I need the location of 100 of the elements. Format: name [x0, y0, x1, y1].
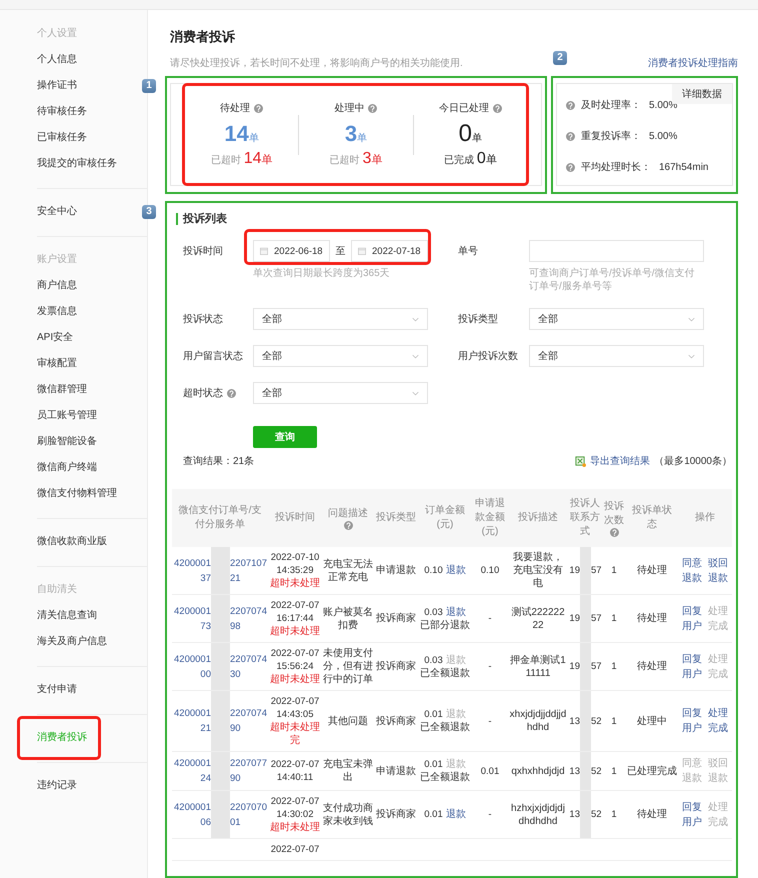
order-number-part[interactable]: 2207107 [230, 556, 267, 570]
table-cell: 投诉商家 [376, 612, 416, 625]
select-field[interactable]: 全部 [253, 345, 428, 367]
order-number-part[interactable]: 21 [230, 570, 241, 586]
sidebar-item[interactable]: 已审核任务 [37, 131, 87, 145]
order-number-part[interactable]: 2207074 [230, 604, 267, 618]
chevron-down-icon [412, 316, 419, 322]
stat-unit: 单 [357, 132, 368, 145]
sidebar-item[interactable]: API安全 [37, 331, 74, 345]
refund-link[interactable]: 退款 [446, 564, 466, 577]
action-link[interactable]: 回复用户 [682, 706, 702, 736]
sidebar-item[interactable]: 微信群管理 [37, 383, 87, 397]
sidebar-item[interactable]: 员工账号管理 [37, 409, 97, 423]
filter-label: 单号 [458, 244, 478, 258]
sidebar-item[interactable]: 刷脸智能设备 [37, 435, 97, 449]
select-field[interactable]: 全部 [529, 345, 704, 367]
column-header: 订单金额(元) [424, 504, 466, 532]
date-field[interactable]: 2022-06-18 [253, 240, 330, 262]
order-number-part[interactable]: 4200001 [174, 652, 211, 666]
order-number-part[interactable]: 4200001 [174, 556, 211, 570]
select-field[interactable]: 全部 [253, 382, 428, 404]
action-link[interactable]: 同意退款 [682, 556, 702, 586]
sidebar-item[interactable]: 微信支付物料管理 [37, 487, 117, 501]
table-cell: 未使用支付分，但有进行中的订单 [323, 647, 373, 686]
stat-footer-unit: 单 [371, 153, 382, 167]
sidebar-item[interactable]: 违约记录 [37, 779, 77, 793]
order-number-part[interactable]: 2207074 [230, 652, 267, 666]
filter-label: 用户投诉次数 [458, 350, 518, 363]
order-number-part[interactable]: 2207070 [230, 800, 267, 814]
order-number-part[interactable]: 2207074 [230, 706, 267, 721]
order-number-part[interactable]: 90 [230, 721, 241, 736]
action-link[interactable]: 回复用户 [682, 604, 702, 634]
order-number-part[interactable]: 73 [200, 618, 211, 634]
export-note: （最多10000条） [654, 455, 732, 468]
sidebar-item[interactable]: 操作证书 [37, 79, 77, 93]
column-header: 微信支付订单号/支付分服务单 [178, 504, 262, 532]
detail-button[interactable]: 详细数据 [672, 84, 732, 104]
order-number-part[interactable]: 37 [200, 570, 211, 586]
sidebar-item[interactable]: 我提交的审核任务 [37, 157, 117, 171]
help-icon[interactable] [566, 100, 575, 110]
action-link[interactable]: 驳回退款 [708, 556, 728, 586]
sidebar-item[interactable]: 微信收款商业版 [37, 535, 107, 549]
table-cell: - [488, 612, 492, 625]
sidebar-item[interactable]: 安全中心 [37, 205, 77, 219]
order-number-part[interactable]: 4200001 [174, 706, 211, 721]
order-number-part[interactable]: 2207077 [230, 756, 267, 771]
sidebar-item[interactable]: 商户信息 [37, 279, 77, 293]
export-link[interactable]: 导出查询结果 [590, 454, 650, 468]
table-cell-text: hzhxjxjdjdjdjdhdhdhd [510, 802, 566, 828]
help-icon[interactable] [492, 104, 502, 112]
sidebar-item[interactable]: 个人信息 [37, 53, 77, 67]
stat-label: 处理中 [334, 102, 364, 115]
complaint-time: 14:43:05 [276, 708, 314, 721]
help-icon[interactable] [344, 520, 352, 530]
number-badge: 1 [142, 79, 156, 93]
guide-link[interactable]: 消费者投诉处理指南 [648, 56, 738, 70]
complaint-date: 2022-07-07 [270, 695, 320, 708]
sidebar-item[interactable]: 支付申请 [37, 683, 77, 697]
select-field[interactable]: 全部 [529, 308, 704, 330]
action-link[interactable]: 处理完成 [708, 706, 728, 736]
sidebar-item[interactable]: 审核配置 [37, 357, 77, 371]
help-icon[interactable] [566, 132, 575, 140]
order-number-part[interactable]: 24 [200, 771, 211, 786]
order-number-part[interactable]: 4200001 [174, 800, 211, 814]
complaint-time: 14:35:29 [276, 564, 314, 577]
order-number-part[interactable]: 90 [230, 771, 241, 786]
order-number-part[interactable]: 00 [200, 666, 211, 682]
table-cell-text: 测试22222222 [510, 606, 566, 632]
sidebar-item[interactable]: 海关及商户信息 [37, 635, 107, 649]
help-icon[interactable] [254, 104, 264, 112]
sidebar-item[interactable]: 发票信息 [37, 305, 77, 319]
help-icon[interactable] [368, 104, 378, 112]
help-icon[interactable] [610, 528, 618, 536]
rate-value: 167h54min [659, 162, 708, 172]
action-link[interactable]: 回复用户 [682, 652, 702, 682]
help-icon[interactable] [227, 388, 236, 398]
sidebar-item[interactable]: 待审核任务 [37, 105, 87, 119]
calendar-icon [260, 247, 268, 255]
refund-status: 已全额退款 [420, 771, 470, 784]
sidebar-item[interactable]: 微信商户终端 [37, 461, 97, 475]
complaint-date: 2022-07-07 [270, 795, 320, 808]
chevron-down-icon [412, 390, 419, 396]
order-number-part[interactable]: 06 [200, 814, 211, 830]
order-number-part[interactable]: 4200001 [174, 604, 211, 618]
order-number-part[interactable]: 21 [200, 721, 211, 736]
select-field[interactable]: 全部 [253, 308, 428, 330]
refund-link[interactable]: 退款 [446, 606, 466, 618]
stat-unit: 单 [472, 132, 482, 145]
refund-link[interactable]: 退款 [446, 808, 466, 821]
order-number-part[interactable]: 01 [230, 814, 241, 830]
order-number-part[interactable]: 98 [230, 618, 241, 634]
date-field[interactable]: 2022-07-18 [351, 240, 428, 262]
order-number-part[interactable]: 4200001 [174, 756, 211, 771]
table-cell: 1 [611, 564, 617, 577]
order-number-part[interactable]: 30 [230, 666, 241, 682]
action-link[interactable]: 回复用户 [682, 800, 702, 830]
column-header: 投诉单状态 [631, 504, 673, 532]
sidebar-item[interactable]: 清关信息查询 [37, 609, 97, 623]
help-icon[interactable] [566, 162, 575, 172]
order-number-field[interactable] [529, 240, 704, 262]
